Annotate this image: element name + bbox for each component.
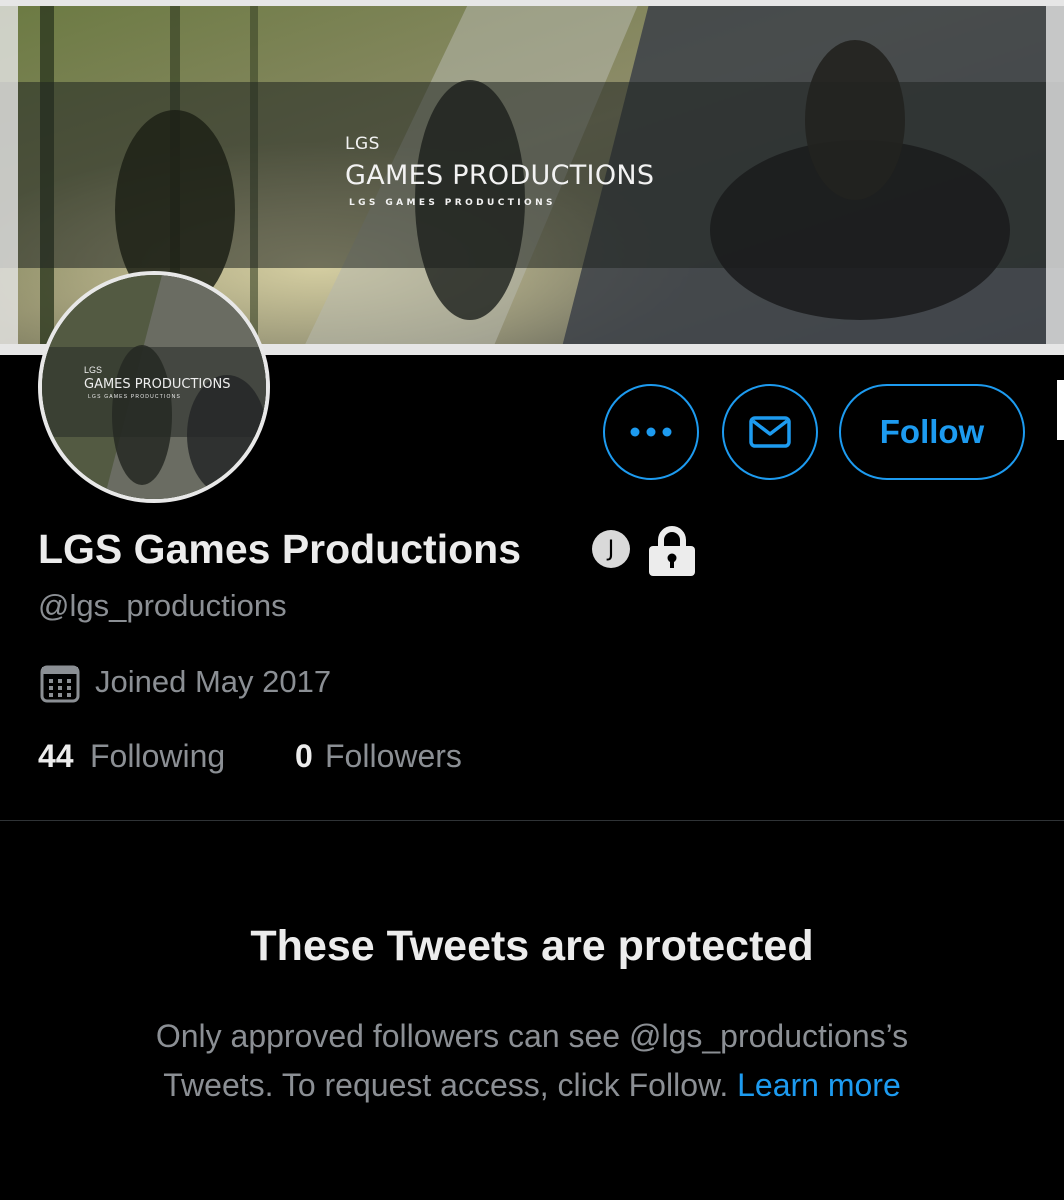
banner-logo-subtitle: LGS GAMES PRODUCTIONS bbox=[349, 198, 556, 208]
protected-line-2: Tweets. To request access, click Follow. bbox=[163, 1067, 729, 1103]
avatar[interactable]: LGS GAMES PRODUCTIONS LGS GAMES PRODUCTI… bbox=[38, 271, 270, 503]
protected-message: Only approved followers can see @lgs_pro… bbox=[100, 1012, 964, 1110]
avatar-logo-subtitle: LGS GAMES PRODUCTIONS bbox=[88, 394, 181, 400]
profile-badge: J bbox=[592, 530, 630, 568]
divider bbox=[0, 820, 1064, 821]
message-button[interactable] bbox=[722, 384, 818, 480]
display-name: LGS Games Productions bbox=[38, 526, 521, 572]
avatar-logo: LGS GAMES PRODUCTIONS LGS GAMES PRODUCTI… bbox=[84, 365, 230, 400]
more-icon bbox=[630, 427, 672, 437]
protected-title: These Tweets are protected bbox=[250, 922, 814, 970]
follow-button[interactable]: Follow bbox=[839, 384, 1025, 480]
calendar-icon bbox=[40, 665, 80, 703]
lock-icon bbox=[649, 526, 695, 576]
scrollbar[interactable] bbox=[1057, 380, 1064, 440]
followers-count[interactable]: 0 bbox=[295, 738, 313, 775]
learn-more-link[interactable]: Learn more bbox=[737, 1067, 901, 1103]
more-options-button[interactable] bbox=[603, 384, 699, 480]
avatar-logo-small: LGS bbox=[84, 365, 103, 375]
banner-logo-small: LGS bbox=[345, 134, 380, 154]
following-label[interactable]: Following bbox=[90, 738, 225, 775]
banner-logo: LGS GAMES PRODUCTIONS LGS GAMES PRODUCTI… bbox=[345, 134, 654, 208]
joined-date: Joined May 2017 bbox=[95, 664, 332, 699]
avatar-logo-title: GAMES PRODUCTIONS bbox=[84, 377, 231, 392]
banner-logo-title: GAMES PRODUCTIONS bbox=[345, 160, 655, 191]
following-count[interactable]: 44 bbox=[38, 738, 74, 775]
profile-handle: @lgs_productions bbox=[38, 588, 287, 623]
followers-label[interactable]: Followers bbox=[325, 738, 462, 775]
mail-icon bbox=[749, 416, 791, 448]
protected-line-1: Only approved followers can see @lgs_pro… bbox=[155, 1018, 909, 1054]
